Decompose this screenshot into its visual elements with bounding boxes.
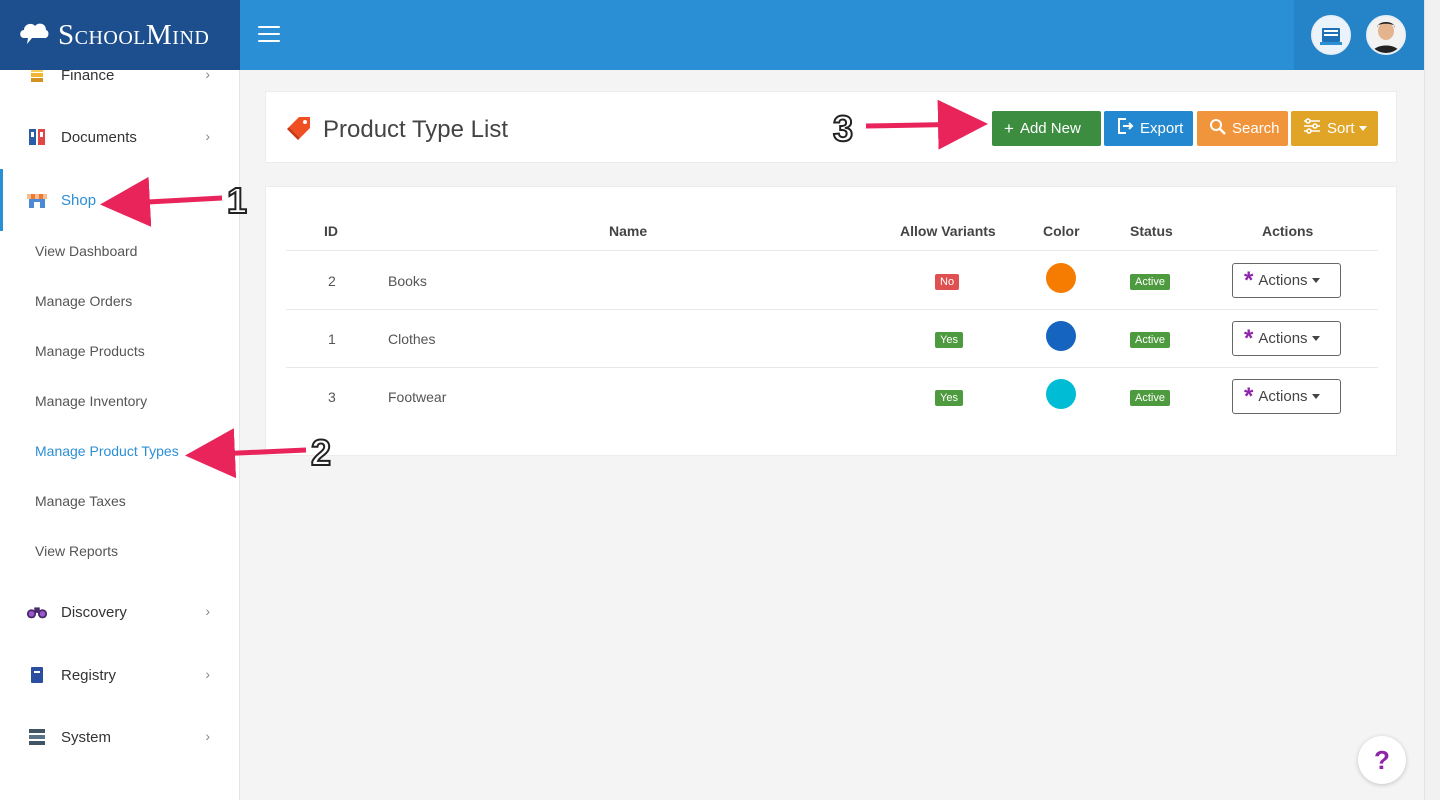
asterisk-icon: *: [1244, 266, 1254, 294]
sidebar-item-system[interactable]: System ›: [0, 706, 239, 768]
subnav-manage-product-types[interactable]: Manage Product Types: [35, 443, 179, 459]
asterisk-icon: *: [1244, 382, 1254, 410]
annotation-number-2: 2: [310, 431, 332, 474]
search-button[interactable]: Search: [1197, 111, 1288, 146]
annotation-number-3: 3: [832, 107, 854, 150]
finance-icon: [26, 70, 48, 86]
shop-icon: [26, 189, 48, 211]
export-icon: [1116, 117, 1134, 140]
status-badge: Active: [1130, 274, 1170, 290]
search-icon: [1209, 118, 1226, 140]
chevron-right-icon: ›: [205, 70, 210, 82]
menu-toggle-icon[interactable]: [258, 26, 280, 44]
sidebar-item-registry[interactable]: Registry ›: [0, 644, 239, 706]
subnav-manage-products[interactable]: Manage Products: [35, 343, 145, 359]
top-bar: SchoolMind: [0, 0, 1424, 70]
brand-name: SchoolMind: [58, 18, 210, 51]
divider: [286, 250, 1378, 251]
cell-name: Clothes: [388, 331, 436, 347]
actions-dropdown-button[interactable]: * Actions: [1232, 379, 1341, 414]
sidebar-item-label: Discovery: [61, 603, 127, 621]
divider: [286, 309, 1378, 310]
brand[interactable]: SchoolMind: [0, 0, 240, 70]
sidebar-item-label: Registry: [61, 666, 117, 684]
column-header-id[interactable]: ID: [324, 223, 338, 239]
actions-dropdown-button[interactable]: * Actions: [1232, 263, 1341, 298]
binoculars-icon: [26, 601, 48, 623]
sidebar-item-label: System: [61, 728, 112, 746]
help-label: ?: [1374, 744, 1390, 775]
actions-dropdown-button[interactable]: * Actions: [1232, 321, 1341, 356]
help-button[interactable]: ?: [1358, 736, 1406, 784]
column-header-name[interactable]: Name: [609, 223, 647, 239]
status-badge: Active: [1130, 332, 1170, 348]
product-type-table: ID Name Allow Variants Color Status Acti…: [265, 186, 1397, 456]
actions-label: Actions: [1258, 330, 1308, 347]
asterisk-icon: *: [1244, 324, 1254, 352]
system-icon: [26, 726, 48, 748]
add-new-label: Add New: [1019, 120, 1081, 137]
actions-label: Actions: [1258, 388, 1308, 405]
sidebar-item-finance[interactable]: Finance ›: [0, 70, 239, 106]
cell-name: Footwear: [388, 389, 447, 405]
sidebar-item-label: Finance: [61, 70, 115, 84]
sidebar-item-shop[interactable]: Shop: [0, 169, 239, 231]
caret-down-icon: [1311, 394, 1320, 399]
page-title: Product Type List: [323, 116, 508, 143]
sidebar-item-discovery[interactable]: Discovery ›: [0, 581, 239, 643]
page-scrollbar[interactable]: [1424, 0, 1440, 800]
logo-icon: [18, 20, 50, 51]
column-header-allow-variants[interactable]: Allow Variants: [900, 223, 996, 239]
color-swatch: [1046, 379, 1076, 409]
subnav-view-dashboard[interactable]: View Dashboard: [35, 243, 137, 259]
sidebar-item-label: Documents: [61, 128, 137, 146]
caret-down-icon: [1311, 278, 1320, 283]
cell-id: 2: [328, 273, 336, 289]
export-label: Export: [1140, 120, 1184, 137]
sort-label: Sort: [1327, 120, 1355, 137]
export-button[interactable]: Export: [1104, 111, 1193, 146]
caret-down-icon: [1358, 126, 1367, 131]
topbar-user-area: [1294, 0, 1424, 70]
user-avatar[interactable]: [1366, 15, 1406, 55]
add-new-button[interactable]: + Add New: [992, 111, 1101, 146]
registry-icon: [26, 664, 48, 686]
chevron-right-icon: ›: [205, 128, 210, 144]
subnav-view-reports[interactable]: View Reports: [35, 543, 118, 559]
documents-icon: [26, 126, 48, 148]
plus-icon: +: [1004, 118, 1014, 138]
subnav-manage-inventory[interactable]: Manage Inventory: [35, 393, 147, 409]
cell-id: 1: [328, 331, 336, 347]
tag-icon: [286, 114, 314, 147]
column-header-actions: Actions: [1262, 223, 1314, 239]
sidebar-item-documents[interactable]: Documents ›: [0, 106, 239, 168]
column-header-color[interactable]: Color: [1043, 223, 1080, 239]
variants-badge: Yes: [935, 332, 963, 348]
divider: [286, 367, 1378, 368]
sliders-icon: [1303, 118, 1321, 139]
chevron-right-icon: ›: [205, 666, 210, 682]
variants-badge: No: [935, 274, 960, 290]
actions-label: Actions: [1258, 272, 1308, 289]
sort-button[interactable]: Sort: [1291, 111, 1378, 146]
caret-down-icon: [1311, 336, 1320, 341]
color-swatch: [1046, 321, 1076, 351]
sidebar-item-label: Shop: [61, 191, 97, 209]
sidebar: Finance › Documents › Shop View Dashboar…: [0, 70, 240, 800]
page-header: Product Type List + Add New Export Searc…: [265, 91, 1397, 163]
chevron-right-icon: ›: [205, 728, 210, 744]
color-swatch: [1046, 263, 1076, 293]
chevron-right-icon: ›: [205, 603, 210, 619]
cell-id: 3: [328, 389, 336, 405]
variants-badge: Yes: [935, 390, 963, 406]
cell-name: Books: [388, 273, 427, 289]
status-badge: Active: [1130, 390, 1170, 406]
column-header-status[interactable]: Status: [1130, 223, 1173, 239]
subnav-manage-orders[interactable]: Manage Orders: [35, 293, 132, 309]
search-label: Search: [1232, 120, 1280, 137]
school-avatar[interactable]: [1311, 15, 1351, 55]
annotation-number-1: 1: [226, 179, 248, 222]
subnav-manage-taxes[interactable]: Manage Taxes: [35, 493, 126, 509]
